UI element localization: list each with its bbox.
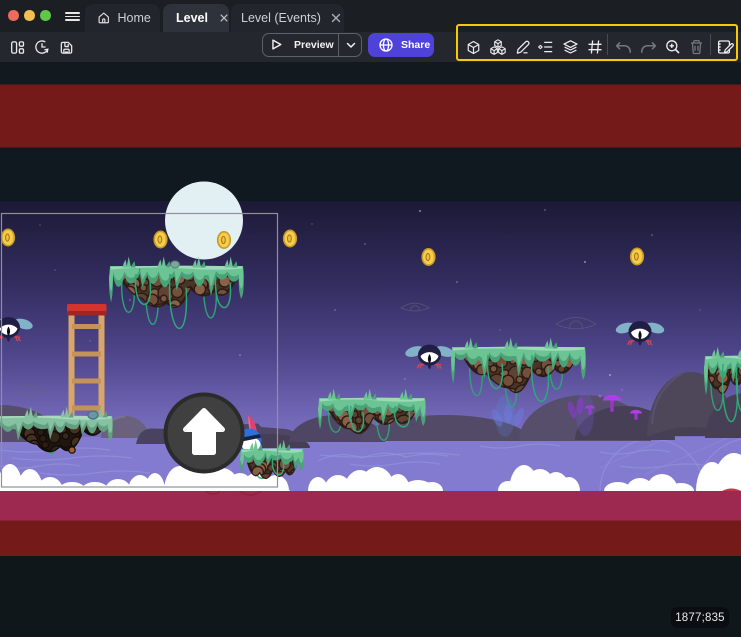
- home-icon: [97, 11, 111, 25]
- preview-divider: [338, 34, 339, 56]
- stone: [88, 411, 98, 419]
- zoom-icon[interactable]: [664, 32, 681, 62]
- edit-icon[interactable]: [514, 32, 532, 62]
- tab-bar: Home Level Level (Events): [85, 0, 344, 32]
- coin[interactable]: [284, 230, 297, 246]
- save-icon[interactable]: [57, 32, 75, 62]
- share-label: Share: [401, 39, 430, 51]
- project-manager-icon[interactable]: [8, 32, 26, 62]
- window-maximize-button[interactable]: [40, 10, 51, 21]
- object-icon[interactable]: [466, 32, 481, 62]
- tab-home[interactable]: Home: [85, 4, 160, 32]
- scene-editor-canvas[interactable]: [0, 0, 741, 637]
- tab-level-label: Level: [176, 11, 208, 25]
- instances-list-icon[interactable]: [537, 32, 554, 62]
- layers-icon[interactable]: [561, 32, 579, 62]
- stone: [171, 261, 180, 268]
- redo-icon[interactable]: [640, 32, 657, 62]
- main-toolbar: Preview Share: [0, 32, 741, 62]
- toolbar-separator: [607, 34, 608, 55]
- window-close-button[interactable]: [8, 10, 19, 21]
- coin[interactable]: [2, 229, 15, 245]
- coin[interactable]: [631, 248, 644, 264]
- gdevelop-window: Home Level Level (Events): [0, 0, 741, 637]
- preview-button[interactable]: Preview: [262, 33, 362, 57]
- objects-group-icon[interactable]: [489, 32, 507, 62]
- toolbar-separator: [710, 34, 711, 55]
- preview-label: Preview: [294, 39, 334, 51]
- moon: [165, 182, 243, 260]
- scene-foreground: [0, 491, 741, 637]
- trash-icon[interactable]: [688, 32, 705, 62]
- edit-events-icon[interactable]: [716, 32, 734, 62]
- main-menu-icon[interactable]: [65, 12, 80, 21]
- tab-level-events-label: Level (Events): [241, 11, 321, 25]
- chevron-down-icon[interactable]: [346, 42, 356, 49]
- globe-icon: [378, 37, 394, 53]
- undo-icon[interactable]: [615, 32, 632, 62]
- pebble: [69, 447, 75, 453]
- scene-svg: [0, 0, 741, 637]
- tab-level-events[interactable]: Level (Events): [231, 4, 344, 32]
- coin[interactable]: [154, 231, 167, 247]
- title-bar: Home Level Level (Events): [0, 0, 741, 32]
- close-icon[interactable]: [219, 12, 229, 24]
- jump-button-overlay: [166, 395, 243, 472]
- tab-level[interactable]: Level: [163, 4, 229, 32]
- play-icon: [270, 38, 283, 51]
- grid-icon[interactable]: [586, 32, 603, 62]
- coin[interactable]: [218, 232, 231, 248]
- history-icon[interactable]: [33, 32, 51, 62]
- coin[interactable]: [422, 249, 435, 265]
- tab-home-label: Home: [118, 11, 151, 25]
- window-minimize-button[interactable]: [24, 10, 35, 21]
- share-button[interactable]: Share: [368, 33, 434, 57]
- cursor-coordinates-badge: 1877;835: [671, 607, 729, 628]
- close-icon[interactable]: [330, 12, 342, 24]
